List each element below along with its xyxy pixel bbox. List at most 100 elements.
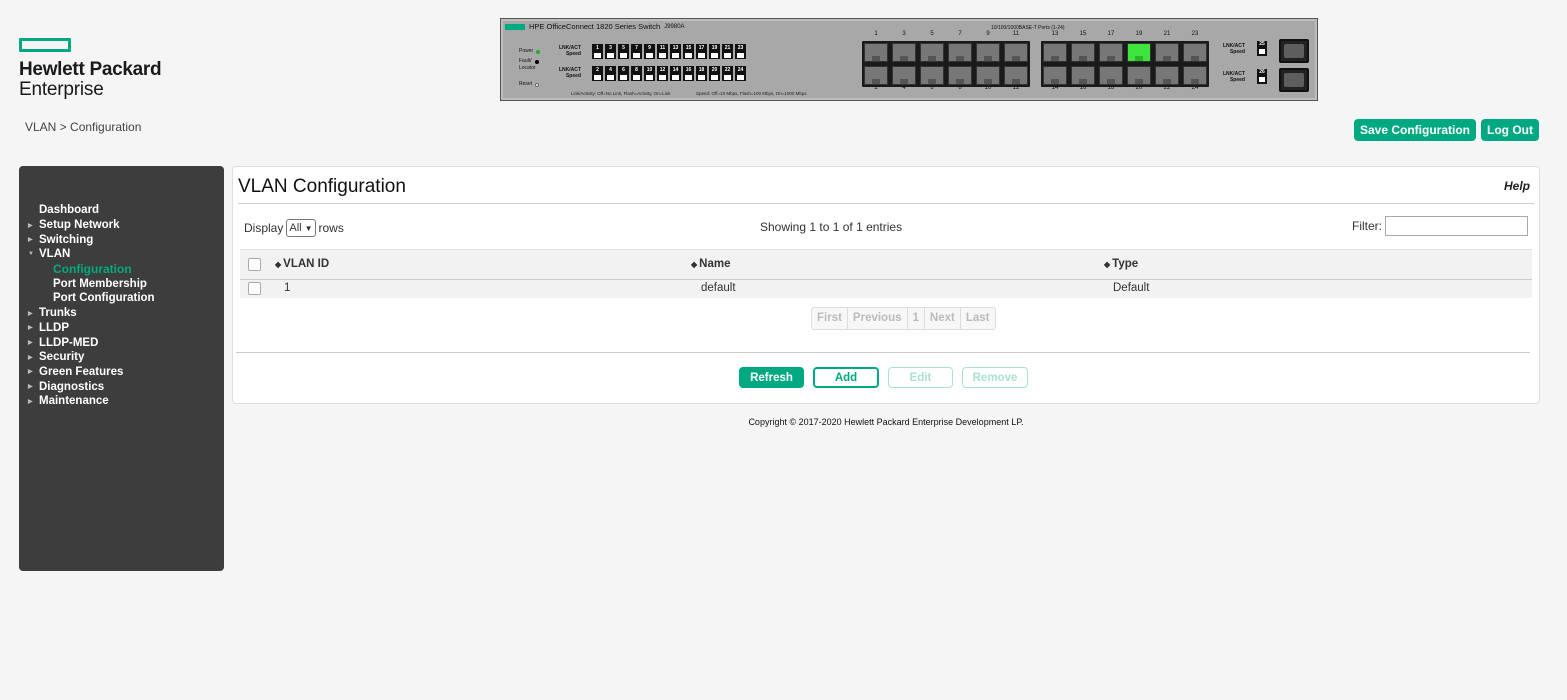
sidebar-item-lldp-med[interactable]: ▶ LLDP-MED (19, 335, 224, 350)
ethernet-port-12[interactable] (1004, 66, 1028, 85)
port-number-label: 19 (1135, 31, 1143, 37)
ethernet-port-15[interactable] (1071, 43, 1095, 62)
switch-model: J9980A (664, 23, 685, 30)
mini-led-port: 9 (644, 44, 655, 59)
ethernet-port-16[interactable] (1071, 66, 1095, 85)
sidebar-item-label: Port Configuration (53, 292, 155, 305)
ethernet-port-22[interactable] (1155, 66, 1179, 85)
status-leds: Power Fault/ Locator Reset (519, 45, 541, 91)
caret-down-icon: ▼ (28, 251, 34, 258)
sidebar-item-green-features[interactable]: ▶ Green Features (19, 365, 224, 380)
sidebar-item-port-configuration[interactable]: Port Configuration (19, 291, 224, 306)
ethernet-port-4[interactable] (892, 66, 916, 85)
cell-name: default (701, 282, 736, 294)
sidebar-item-configuration[interactable]: Configuration (19, 262, 224, 277)
ethernet-port-19[interactable] (1127, 43, 1151, 62)
sidebar-item-label: Configuration (53, 262, 132, 277)
title-divider (238, 203, 1534, 204)
ethernet-port-11[interactable] (1004, 43, 1028, 62)
speed-label-bottom: Speed (565, 73, 581, 79)
remove-button[interactable]: Remove (962, 367, 1028, 388)
ethernet-port-13[interactable] (1043, 43, 1067, 62)
log-out-button[interactable]: Log Out (1481, 119, 1539, 141)
mini-led-port: 6 (618, 66, 629, 81)
sfp-port-25[interactable] (1279, 39, 1309, 63)
refresh-button[interactable]: Refresh (739, 367, 804, 388)
sidebar-item-port-membership[interactable]: Port Membership (19, 276, 224, 291)
sidebar-item-label: VLAN (39, 248, 71, 261)
port-number-label: 15 (1079, 31, 1087, 37)
mini-led-port: 21 (722, 44, 733, 59)
sidebar-item-label: Port Membership (53, 277, 147, 290)
column-vlan-id[interactable]: ◆ VLAN ID (275, 258, 329, 270)
sidebar-item-label: Trunks (39, 307, 77, 320)
ethernet-port-21[interactable] (1155, 43, 1179, 62)
add-button[interactable]: Add (813, 367, 879, 388)
port-group-13-24 (1041, 41, 1209, 87)
sidebar-item-switching[interactable]: ▶ Switching (19, 232, 224, 247)
select-all-checkbox[interactable] (248, 258, 261, 271)
ethernet-port-8[interactable] (948, 66, 972, 85)
save-configuration-button[interactable]: Save Configuration (1354, 119, 1477, 141)
ethernet-port-9[interactable] (976, 43, 1000, 62)
ethernet-port-6[interactable] (920, 66, 944, 85)
table-row[interactable]: 1 default Default (240, 280, 1532, 298)
mini-led-port: 2 (592, 66, 603, 81)
sidebar-item-dashboard[interactable]: Dashboard (19, 203, 224, 218)
ethernet-port-23[interactable] (1183, 43, 1207, 62)
sidebar-item-security[interactable]: ▶ Security (19, 350, 224, 365)
caret-right-icon: ▶ (28, 369, 33, 376)
sidebar-item-maintenance[interactable]: ▶ Maintenance (19, 394, 224, 409)
edit-button[interactable]: Edit (888, 367, 953, 388)
cell-vlan-id: 1 (284, 282, 291, 294)
sfp-led-25: 25 (1257, 41, 1267, 56)
port-number-label: 5 (930, 31, 934, 37)
pager-next[interactable]: Next (925, 308, 961, 329)
help-link[interactable]: Help (1504, 179, 1530, 193)
column-type[interactable]: ◆ Type (1104, 258, 1138, 270)
ethernet-port-7[interactable] (948, 43, 972, 62)
mini-led-port: 17 (696, 44, 707, 59)
table-actions: Refresh Add Edit Remove (739, 367, 1028, 388)
mini-led-port: 7 (631, 44, 642, 59)
pager-last[interactable]: Last (961, 308, 995, 329)
display-rows-control: Display All ▼ rows (244, 219, 344, 237)
filter-input[interactable] (1385, 216, 1528, 236)
caret-right-icon: ▶ (28, 354, 33, 361)
column-name[interactable]: ◆ Name (691, 258, 730, 270)
ethernet-port-2[interactable] (864, 66, 888, 85)
mini-led-port: 3 (605, 44, 616, 59)
sidebar-item-diagnostics[interactable]: ▶ Diagnostics (19, 379, 224, 394)
rows-select[interactable]: All ▼ (286, 219, 316, 237)
actions-divider (236, 352, 1530, 353)
logo-text-line1: Hewlett Packard (19, 59, 162, 80)
ethernet-port-18[interactable] (1099, 66, 1123, 85)
rows-select-value: All (289, 222, 302, 234)
vlan-configuration-panel: VLAN Configuration Help Display All ▼ ro… (232, 166, 1540, 404)
ethernet-port-1[interactable] (864, 43, 888, 62)
mini-led-port: 19 (709, 44, 720, 59)
led-locator-label: Locator (519, 65, 536, 71)
sidebar-item-setup-network[interactable]: ▶ Setup Network (19, 218, 224, 233)
caret-right-icon: ▶ (28, 325, 33, 332)
ethernet-port-3[interactable] (892, 43, 916, 62)
sidebar-item-lldp[interactable]: ▶ LLDP (19, 321, 224, 336)
sfp-port-26[interactable] (1279, 68, 1309, 92)
port-number-label: 23 (1191, 31, 1199, 37)
ethernet-port-24[interactable] (1183, 66, 1207, 85)
ethernet-port-5[interactable] (920, 43, 944, 62)
mini-led-port: 22 (722, 66, 733, 81)
ethernet-port-14[interactable] (1043, 66, 1067, 85)
pager-first[interactable]: First (812, 308, 848, 329)
row-checkbox[interactable] (248, 282, 261, 295)
pager-previous[interactable]: Previous (848, 308, 908, 329)
ethernet-port-17[interactable] (1099, 43, 1123, 62)
sidebar-item-label: Security (39, 351, 85, 364)
sidebar-item-trunks[interactable]: ▶ Trunks (19, 306, 224, 321)
reset-button-icon[interactable] (535, 82, 540, 87)
ethernet-port-10[interactable] (976, 66, 1000, 85)
ethernet-port-20[interactable] (1127, 66, 1151, 85)
sidebar-item-vlan[interactable]: ▼ VLAN (19, 247, 224, 262)
pager-page-1[interactable]: 1 (908, 308, 925, 329)
sidebar-item-label: Dashboard (39, 204, 100, 217)
